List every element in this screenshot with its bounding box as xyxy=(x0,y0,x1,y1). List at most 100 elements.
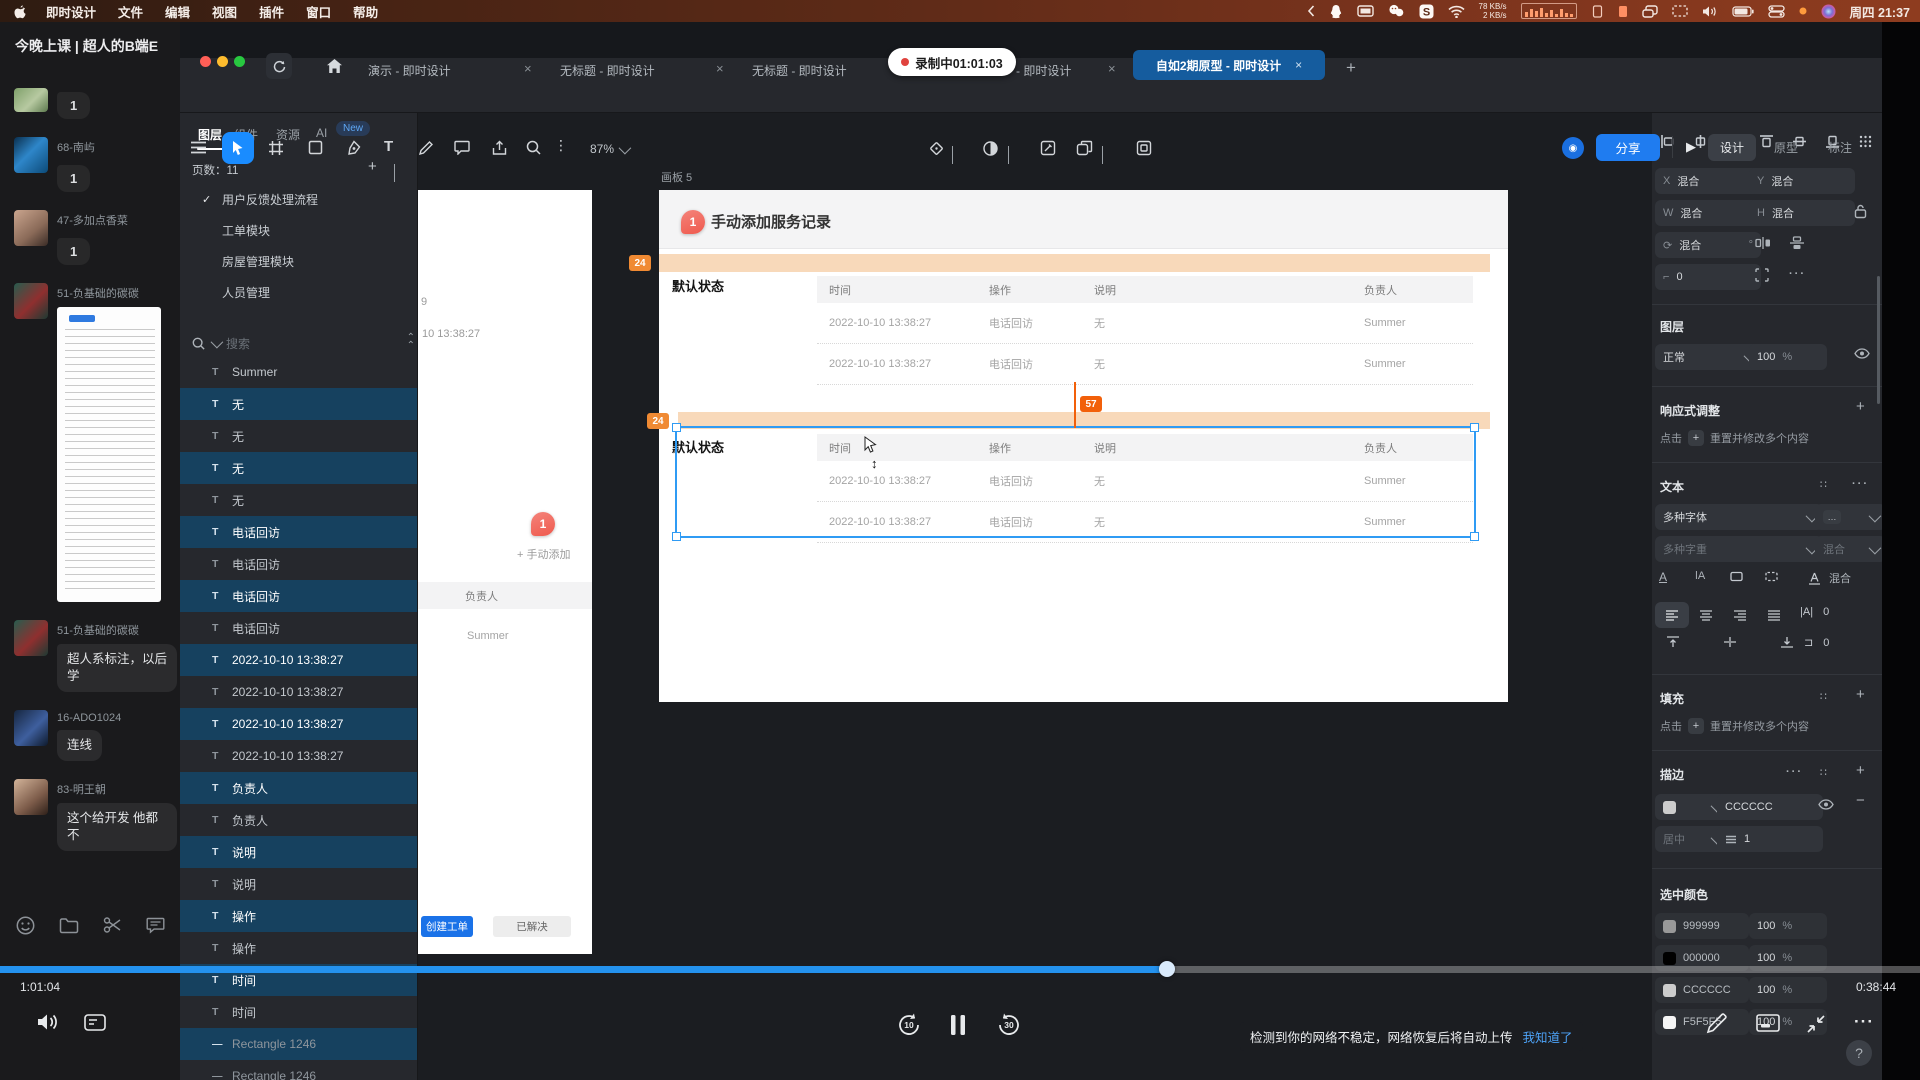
toast-dismiss-link[interactable]: 我知道了 xyxy=(1523,1027,1573,1046)
stroke-visibility-eye-icon[interactable] xyxy=(1818,799,1834,810)
move-tool-button[interactable] xyxy=(222,132,254,164)
vertical-align-middle-icon[interactable] xyxy=(1723,636,1737,648)
letter-spacing-value[interactable]: |A|0 xyxy=(1800,606,1829,618)
danmaku-toggle-icon[interactable] xyxy=(84,1014,106,1031)
present-play-button[interactable]: ▶ xyxy=(1686,139,1696,155)
layer-row[interactable]: T 电话回访 xyxy=(180,580,417,612)
avatar[interactable] xyxy=(14,283,48,319)
lock-ratio-icon[interactable] xyxy=(1854,204,1867,219)
tab-label-4[interactable]: - 即时设计 xyxy=(1016,62,1071,79)
layer-row[interactable]: T 操作 xyxy=(180,900,417,932)
avatar[interactable] xyxy=(14,620,48,656)
menubar-clock[interactable]: 周四 21:37 xyxy=(1850,2,1910,21)
sidecar-icon[interactable] xyxy=(1672,5,1688,17)
layer-row[interactable]: T 电话回访 xyxy=(180,612,417,644)
layer-row[interactable]: T 2022-10-10 13:38:27 xyxy=(180,676,417,708)
home-icon[interactable] xyxy=(326,58,343,74)
refresh-button[interactable] xyxy=(266,53,292,79)
edit-object-icon[interactable] xyxy=(1040,140,1056,156)
qq-icon[interactable] xyxy=(1329,4,1343,19)
rotation-field[interactable]: ⟳混合° xyxy=(1655,232,1761,258)
emoji-icon[interactable] xyxy=(16,916,35,935)
add-page-button[interactable]: + xyxy=(368,158,377,175)
text-align-justify-button[interactable] xyxy=(1757,602,1791,628)
panel-tab-ai[interactable]: AI xyxy=(316,126,327,140)
mode-tab-annotate[interactable]: 标注 xyxy=(1816,134,1864,161)
siri-icon[interactable] xyxy=(1821,4,1836,19)
page-row[interactable]: ✓ 用户反馈处理流程 xyxy=(180,184,417,215)
volume-menubar-icon[interactable] xyxy=(1702,5,1718,18)
help-button[interactable]: ? xyxy=(1846,1040,1872,1066)
menu-plugins[interactable]: 插件 xyxy=(259,2,284,21)
scissors-icon[interactable] xyxy=(103,916,122,934)
page-row[interactable]: ✓ 人员管理 xyxy=(180,277,417,308)
visibility-eye-icon[interactable] xyxy=(1854,348,1870,359)
layer-row[interactable]: T 时间 xyxy=(180,996,417,1028)
annotation-badge[interactable]: 1 xyxy=(531,512,555,536)
layer-row[interactable]: T 无 xyxy=(180,388,417,420)
add-responsive-icon[interactable]: + xyxy=(1856,398,1865,415)
selection-rect[interactable] xyxy=(675,426,1476,538)
flip-horizontal-icon[interactable] xyxy=(1755,236,1771,250)
player-more-icon[interactable]: ··· xyxy=(1854,1012,1874,1032)
height-field[interactable]: H混合 xyxy=(1749,200,1855,226)
stroke-more-icon[interactable]: ··· xyxy=(1786,766,1803,778)
chevron-left-icon[interactable] xyxy=(1307,5,1315,17)
s-app-icon[interactable]: S xyxy=(1419,4,1434,19)
wifi-icon[interactable] xyxy=(1448,5,1465,18)
independent-corners-icon[interactable] xyxy=(1755,268,1769,282)
layer-row[interactable]: T 说明 xyxy=(180,868,417,900)
window-zoom-button[interactable] xyxy=(234,56,245,67)
layer-row[interactable]: T 操作 xyxy=(180,932,417,964)
mode-tab-prototype[interactable]: 原型 xyxy=(1762,134,1810,161)
window-close-button[interactable] xyxy=(200,56,211,67)
opacity-field[interactable]: 100% xyxy=(1749,344,1827,370)
layer-row[interactable]: T 负责人 xyxy=(180,772,417,804)
layer-row[interactable]: T 2022-10-10 13:38:27 xyxy=(180,740,417,772)
artboard-label[interactable]: 画板 5 xyxy=(661,169,692,185)
layer-row[interactable]: T Summer xyxy=(180,356,417,388)
battery-icon[interactable] xyxy=(1732,6,1754,17)
chevron-down-icon[interactable] xyxy=(1008,146,1009,164)
menu-help[interactable]: 帮助 xyxy=(353,2,378,21)
layer-row[interactable]: T 负责人 xyxy=(180,804,417,836)
tab-close-1[interactable]: × xyxy=(524,61,532,76)
tab-close-active[interactable]: × xyxy=(1295,58,1302,72)
layer-row[interactable]: T 电话回访 xyxy=(180,516,417,548)
chevron-down-icon[interactable] xyxy=(952,146,953,164)
exit-fullscreen-icon[interactable] xyxy=(1806,1014,1826,1034)
shape-tool-button[interactable] xyxy=(308,140,323,155)
menu-file[interactable]: 文件 xyxy=(118,2,143,21)
window-minimize-button[interactable] xyxy=(217,56,228,67)
wechat-icon[interactable] xyxy=(1388,4,1405,18)
artboard-partial[interactable]: 9 10 13:38:27 1 + 手动添加 负责人 Summer 创建工单 已… xyxy=(417,190,592,954)
avatar[interactable] xyxy=(14,137,48,173)
layers-search[interactable]: 搜索 ⌃⌃ xyxy=(180,328,418,358)
tab-label-1[interactable]: 演示 - 即时设计 xyxy=(368,62,451,79)
layer-row[interactable]: — Rectangle 1246 xyxy=(180,1060,417,1080)
avatar[interactable] xyxy=(14,779,48,815)
frame-tool-button[interactable] xyxy=(268,140,284,156)
pause-button[interactable] xyxy=(950,1014,966,1036)
fill-styles-icon[interactable]: ∷ xyxy=(1820,690,1827,703)
color-hex-field[interactable]: F5F5F5 xyxy=(1655,1009,1749,1035)
color-hex-field[interactable]: CCCCCC xyxy=(1655,977,1749,1003)
search-icon[interactable] xyxy=(526,140,541,155)
display-icon[interactable] xyxy=(1357,5,1374,18)
new-tab-button[interactable]: + xyxy=(1346,58,1356,78)
canvas[interactable]: 9 10 13:38:27 1 + 手动添加 负责人 Summer 创建工单 已… xyxy=(417,112,1652,1080)
mask-icon[interactable] xyxy=(982,140,999,157)
progress-fill[interactable] xyxy=(0,966,1167,973)
vertical-align-bottom-icon[interactable] xyxy=(1780,636,1794,648)
color-opacity-field[interactable]: 100 % xyxy=(1749,913,1827,939)
layer-row[interactable]: T 2022-10-10 13:38:27 xyxy=(180,644,417,676)
tab-active[interactable]: 自如2期原型 - 即时设计 × xyxy=(1133,50,1325,80)
zoom-level-control[interactable]: 87% xyxy=(590,142,628,156)
mode-tab-design[interactable]: 设计 xyxy=(1708,134,1756,161)
user-avatar[interactable]: ◉ xyxy=(1562,137,1584,159)
collapse-all-icon[interactable]: ⌃⌃ xyxy=(407,334,415,350)
menu-edit[interactable]: 编辑 xyxy=(165,2,190,21)
vertical-align-top-icon[interactable] xyxy=(1666,636,1680,648)
text-align-left-button[interactable] xyxy=(1655,602,1689,628)
stroke-weight-field[interactable]: 1 xyxy=(1717,826,1823,852)
